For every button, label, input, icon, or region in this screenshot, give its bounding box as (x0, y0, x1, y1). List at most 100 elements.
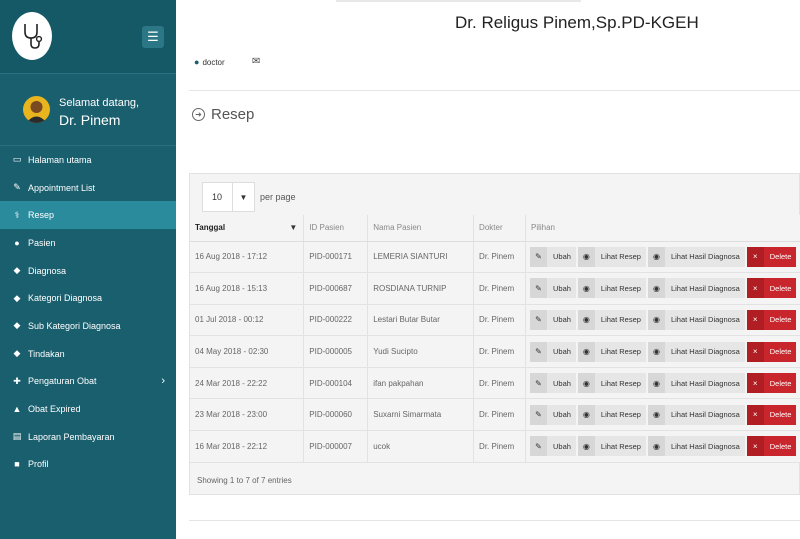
cell-patient-name: ROSDIANA TURNIP (367, 272, 475, 305)
sidebar-item-label: Diagnosa (28, 265, 67, 276)
view-diagnosis-button[interactable]: ◉ Lihat Hasil Diagnosa (647, 278, 745, 299)
pencil-icon: ✎ (529, 309, 547, 330)
view-recipe-button[interactable]: ◉ Lihat Resep (577, 278, 646, 299)
delete-button[interactable]: × Delete (746, 246, 797, 267)
eye-icon: ◉ (577, 341, 595, 362)
cell-patient-id: PID-000007 (303, 430, 369, 463)
cell-doctor: Dr. Pinem (473, 398, 526, 432)
sidebar-item-pasien[interactable]: ● Pasien (0, 229, 176, 257)
sidebar-item-pengaturan-obat[interactable]: ✚ Pengaturan Obat › (0, 368, 176, 396)
sidebar-header: ☰ (0, 0, 176, 74)
view-diagnosis-button[interactable]: ◉ Lihat Hasil Diagnosa (647, 309, 745, 330)
view-recipe-button[interactable]: ◉ Lihat Resep (577, 436, 646, 457)
view-recipe-button[interactable]: ◉ Lihat Resep (577, 404, 646, 425)
view-recipe-button[interactable]: ◉ Lihat Resep (577, 373, 646, 394)
cell-patient-name: LEMERIA SIANTURI (367, 241, 475, 274)
view-recipe-button[interactable]: ◉ Lihat Resep (577, 246, 646, 267)
sidebar-item-sub-kategori-diagnosa[interactable]: ◆ Sub Kategori Diagnosa (0, 312, 176, 340)
cell-doctor: Dr. Pinem (473, 304, 526, 337)
chevron-right-icon: › (161, 375, 165, 388)
sidebar-item-halaman-utama[interactable]: ▭ Halaman utama (0, 146, 176, 174)
view-recipe-button[interactable]: ◉ Lihat Resep (577, 309, 646, 330)
cell-patient-name: ifan pakpahan (367, 367, 475, 400)
avatar (23, 96, 50, 123)
eye-icon: ◉ (577, 246, 595, 267)
sidebar-item-profil[interactable]: ■ Profil (0, 451, 176, 479)
close-icon: × (746, 404, 764, 425)
per-page-label: per page (260, 192, 296, 202)
edit-button[interactable]: ✎ Ubah (529, 341, 576, 362)
column-header-tanggal[interactable]: Tanggal ▼ (190, 215, 305, 242)
delete-button[interactable]: × Delete (746, 436, 797, 457)
cell-patient-id: PID-000104 (303, 367, 369, 400)
close-icon: × (746, 436, 764, 457)
cell-date: 16 Aug 2018 - 17:12 (190, 241, 305, 274)
per-page-select[interactable]: 10 ▼ (202, 182, 255, 212)
menu-toggle-button[interactable]: ☰ (142, 26, 164, 48)
user-role-link[interactable]: ● doctor (194, 57, 225, 67)
user-role-label: doctor (202, 57, 225, 67)
sidebar-item-appointment-list[interactable]: ✎ Appointment List (0, 174, 176, 202)
sidebar-item-label: Appointment List (28, 182, 96, 193)
view-recipe-button[interactable]: ◉ Lihat Resep (577, 341, 646, 362)
recipe-table: Tanggal ▼ ID Pasien Nama Pasien Dokter Pi… (190, 215, 800, 463)
edit-button[interactable]: ✎ Ubah (529, 373, 576, 394)
pencil-icon: ✎ (529, 278, 547, 299)
view-diagnosis-button[interactable]: ◉ Lihat Hasil Diagnosa (647, 373, 745, 394)
cell-actions: ✎ Ubah ◉ Lihat Resep ◉ Lihat Hasil Diagnosa × D… (525, 367, 800, 400)
sidebar-item-label: Sub Kategori Diagnosa (28, 320, 121, 331)
view-diagnosis-button[interactable]: ◉ Lihat Hasil Diagnosa (647, 341, 745, 362)
stethoscope-logo-icon[interactable] (12, 12, 52, 60)
cell-doctor: Dr. Pinem (473, 241, 526, 274)
sidebar-item-tindakan[interactable]: ◆ Tindakan (0, 340, 176, 368)
table-row: 16 Aug 2018 - 17:12 PID-000171 LEMERIA SIA… (190, 241, 800, 274)
edit-button[interactable]: ✎ Ubah (529, 278, 576, 299)
cell-patient-name: Lestari Butar Butar (367, 304, 475, 337)
edit-icon: ✎ (13, 182, 21, 193)
sidebar-item-resep[interactable]: ⚕ Resep (0, 201, 176, 230)
sidebar-item-obat-expired[interactable]: ▲ Obat Expired (0, 395, 176, 423)
sidebar-item-laporan-pembayaran[interactable]: ▤ Laporan Pembayaran (0, 423, 176, 451)
edit-button[interactable]: ✎ Ubah (529, 246, 576, 267)
sort-desc-icon: ▼ (289, 223, 298, 232)
tag-icon: ◆ (13, 265, 21, 276)
mail-icon[interactable]: ✉ (252, 56, 260, 67)
cell-patient-name: Suxarni Simarmata (367, 398, 475, 432)
table-row: 04 May 2018 - 02:30 PID-000005 Yudi Sucipt… (190, 335, 800, 368)
column-header-dokter[interactable]: Dokter (473, 215, 526, 242)
medkit-icon: ✚ (13, 375, 21, 386)
edit-button[interactable]: ✎ Ubah (529, 404, 576, 425)
edit-button[interactable]: ✎ Ubah (529, 309, 576, 330)
sidebar-item-diagnosa[interactable]: ◆ Diagnosa (0, 257, 176, 285)
pencil-icon: ✎ (529, 341, 547, 362)
cell-doctor: Dr. Pinem (473, 335, 526, 368)
pencil-icon: ✎ (529, 404, 547, 425)
delete-button[interactable]: × Delete (746, 404, 797, 425)
cell-date: 16 Mar 2018 - 22:12 (190, 430, 305, 463)
monitor-icon: ▭ (12, 154, 22, 165)
eye-icon: ◉ (647, 309, 665, 330)
page-title: Dr. Religus Pinem,Sp.PD-KGEH (455, 13, 699, 32)
delete-button[interactable]: × Delete (746, 309, 797, 330)
delete-button[interactable]: × Delete (746, 373, 797, 394)
view-diagnosis-button[interactable]: ◉ Lihat Hasil Diagnosa (647, 404, 745, 425)
delete-button[interactable]: × Delete (746, 341, 797, 362)
eye-icon: ◉ (577, 309, 595, 330)
edit-button[interactable]: ✎ Ubah (529, 436, 576, 457)
column-header-id-pasien[interactable]: ID Pasien (303, 215, 369, 242)
cell-doctor: Dr. Pinem (473, 367, 526, 400)
table-row: 24 Mar 2018 - 22:22 PID-000104 ifan pakpah… (190, 367, 800, 400)
eye-icon: ◉ (577, 278, 595, 299)
eye-icon: ◉ (577, 373, 595, 394)
user-name: Dr. Pinem (59, 112, 121, 128)
sidebar-item-kategori-diagnosa[interactable]: ◆ Kategori Diagnosa (0, 284, 176, 312)
view-diagnosis-button[interactable]: ◉ Lihat Hasil Diagnosa (647, 436, 745, 457)
warning-icon: ▲ (12, 404, 22, 415)
eye-icon: ◉ (647, 404, 665, 425)
per-page-control: 10 ▼ per page (202, 182, 296, 212)
user-icon: ● (194, 57, 200, 67)
column-header-nama-pasien[interactable]: Nama Pasien (367, 215, 475, 242)
delete-button[interactable]: × Delete (746, 278, 797, 299)
view-diagnosis-button[interactable]: ◉ Lihat Hasil Diagnosa (647, 246, 745, 267)
table-row: 01 Jul 2018 - 00:12 PID-000222 Lestari But… (190, 304, 800, 337)
